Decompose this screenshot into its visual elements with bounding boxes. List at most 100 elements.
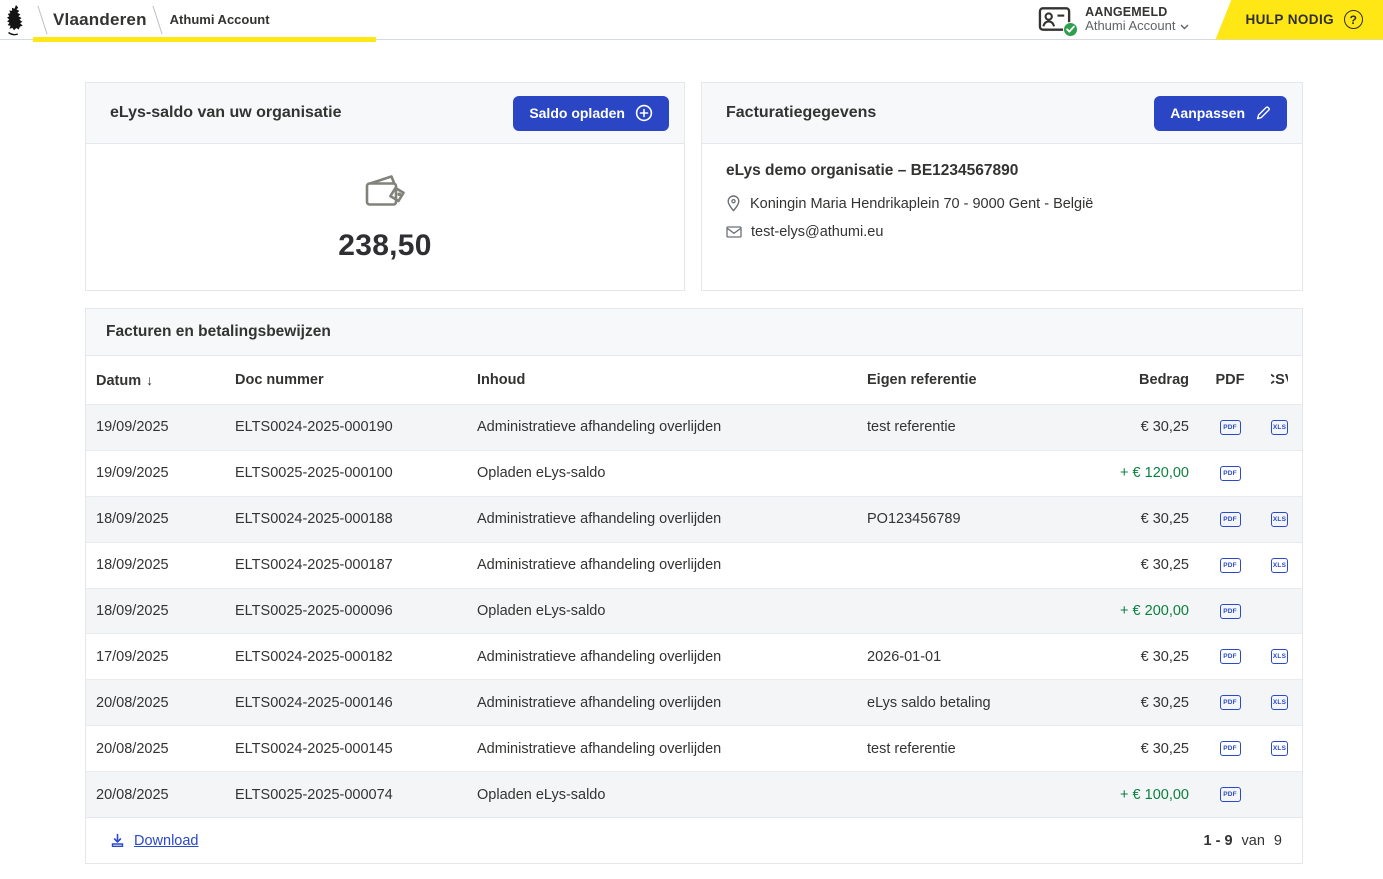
site-header: Vlaanderen Athumi Account AANGEMELD A bbox=[0, 0, 1383, 40]
cell-date: 20/08/2025 bbox=[96, 695, 235, 711]
xls-download-icon[interactable]: XLS bbox=[1271, 420, 1288, 435]
xls-download-icon[interactable]: XLS bbox=[1271, 695, 1288, 710]
organisation-email: test-elys@athumi.eu bbox=[751, 224, 883, 240]
cell-amount: € 30,25 bbox=[1067, 649, 1189, 665]
xls-download-icon[interactable]: XLS bbox=[1271, 741, 1288, 756]
table-row: 20/08/2025 ELTS0024-2025-000145 Administ… bbox=[86, 725, 1302, 771]
cell-description: Administratieve afhandeling overlijden bbox=[477, 649, 867, 665]
cell-doc-number: ELTS0025-2025-000074 bbox=[235, 787, 477, 803]
pdf-download-icon[interactable]: PDF bbox=[1220, 420, 1241, 435]
column-header-inhoud: Inhoud bbox=[477, 372, 867, 388]
table-row: 18/09/2025 ELTS0024-2025-000187 Administ… bbox=[86, 542, 1302, 588]
pdf-download-icon[interactable]: PDF bbox=[1220, 466, 1241, 481]
download-label: Download bbox=[134, 833, 199, 849]
cell-date: 18/09/2025 bbox=[96, 557, 235, 573]
pdf-download-icon[interactable]: PDF bbox=[1220, 649, 1241, 664]
cell-amount: + € 200,00 bbox=[1067, 603, 1189, 619]
sort-descending-icon: ↓ bbox=[146, 372, 153, 388]
cell-description: Opladen eLys-saldo bbox=[477, 787, 867, 803]
column-header-datum[interactable]: Datum↓ bbox=[96, 372, 235, 389]
pdf-download-icon[interactable]: PDF bbox=[1220, 512, 1241, 527]
table-row: 18/09/2025 ELTS0024-2025-000188 Administ… bbox=[86, 496, 1302, 542]
xls-download-icon[interactable]: XLS bbox=[1271, 512, 1288, 527]
verified-check-icon bbox=[1063, 22, 1078, 37]
cell-doc-number: ELTS0024-2025-000182 bbox=[235, 649, 477, 665]
cell-date: 19/09/2025 bbox=[96, 419, 235, 435]
invoices-table-title: Facturen en betalingsbewijzen bbox=[106, 323, 331, 341]
cell-amount: € 30,25 bbox=[1067, 557, 1189, 573]
header-divider bbox=[37, 5, 47, 34]
app-name-link[interactable]: Athumi Account bbox=[170, 12, 270, 27]
header-divider bbox=[152, 5, 162, 34]
download-icon bbox=[110, 833, 125, 848]
organisation-name: eLys demo organisatie – BE1234567890 bbox=[726, 162, 1278, 180]
pdf-download-icon[interactable]: PDF bbox=[1220, 695, 1241, 710]
edit-billing-button[interactable]: Aanpassen bbox=[1154, 96, 1287, 131]
balance-card-title: eLys-saldo van uw organisatie bbox=[110, 104, 341, 122]
table-row: 19/09/2025 ELTS0024-2025-000190 Administ… bbox=[86, 404, 1302, 450]
cell-description: Administratieve afhandeling overlijden bbox=[477, 511, 867, 527]
brand-group: Vlaanderen Athumi Account bbox=[4, 0, 270, 39]
pagination-range: 1 - 9 bbox=[1204, 833, 1233, 849]
id-card-icon bbox=[1038, 5, 1075, 35]
pdf-download-icon[interactable]: PDF bbox=[1220, 558, 1241, 573]
column-header-doc-nummer: Doc nummer bbox=[235, 372, 477, 388]
cell-reference: test referentie bbox=[867, 741, 1067, 757]
pdf-download-icon[interactable]: PDF bbox=[1220, 604, 1241, 619]
cell-doc-number: ELTS0025-2025-000096 bbox=[235, 603, 477, 619]
plus-circle-icon bbox=[635, 104, 653, 122]
help-button[interactable]: HULP NODIG ? bbox=[1215, 0, 1383, 40]
signed-in-label: AANGEMELD bbox=[1085, 5, 1189, 19]
cell-description: Opladen eLys-saldo bbox=[477, 465, 867, 481]
invoices-table-card: Facturen en betalingsbewijzen Datum↓ Doc… bbox=[85, 308, 1303, 864]
cell-amount: + € 100,00 bbox=[1067, 787, 1189, 803]
cell-reference: 2026-01-01 bbox=[867, 649, 1067, 665]
table-header-row: Datum↓ Doc nummer Inhoud Eigen referenti… bbox=[86, 356, 1302, 404]
balance-card: eLys-saldo van uw organisatie Saldo opla… bbox=[85, 82, 685, 291]
pagination: 1 - 9 van 9 bbox=[1204, 833, 1282, 849]
cell-date: 20/08/2025 bbox=[96, 787, 235, 803]
cell-doc-number: ELTS0024-2025-000146 bbox=[235, 695, 477, 711]
cell-description: Administratieve afhandeling overlijden bbox=[477, 419, 867, 435]
cell-doc-number: ELTS0024-2025-000145 bbox=[235, 741, 477, 757]
brand-link[interactable]: Vlaanderen bbox=[53, 10, 147, 30]
column-header-pdf: PDF bbox=[1189, 372, 1271, 388]
pencil-icon bbox=[1255, 105, 1271, 121]
table-row: 20/08/2025 ELTS0025-2025-000074 Opladen … bbox=[86, 771, 1302, 817]
table-footer: Download 1 - 9 van 9 bbox=[86, 817, 1302, 863]
cell-doc-number: ELTS0024-2025-000187 bbox=[235, 557, 477, 573]
pdf-download-icon[interactable]: PDF bbox=[1220, 741, 1241, 756]
xls-download-icon[interactable]: XLS bbox=[1271, 649, 1288, 664]
column-header-csv: CSV bbox=[1271, 372, 1288, 388]
column-header-bedrag: Bedrag bbox=[1067, 372, 1189, 388]
envelope-icon bbox=[726, 226, 742, 238]
cell-reference: test referentie bbox=[867, 419, 1067, 435]
cell-date: 19/09/2025 bbox=[96, 465, 235, 481]
flemish-lion-logo-icon[interactable] bbox=[4, 3, 32, 39]
organisation-address: Koningin Maria Hendrikaplein 70 - 9000 G… bbox=[750, 196, 1093, 212]
cell-doc-number: ELTS0024-2025-000190 bbox=[235, 419, 477, 435]
pdf-download-icon[interactable]: PDF bbox=[1220, 787, 1241, 802]
download-link[interactable]: Download bbox=[110, 833, 199, 849]
cell-amount: € 30,25 bbox=[1067, 695, 1189, 711]
topup-button-label: Saldo opladen bbox=[529, 105, 625, 121]
cell-date: 18/09/2025 bbox=[96, 603, 235, 619]
xls-download-icon[interactable]: XLS bbox=[1271, 558, 1288, 573]
cell-amount: € 30,25 bbox=[1067, 511, 1189, 527]
account-menu[interactable]: AANGEMELD Athumi Account bbox=[1038, 5, 1189, 35]
edit-button-label: Aanpassen bbox=[1170, 105, 1245, 121]
wallet-icon bbox=[362, 171, 408, 216]
billing-card: Facturatiegegevens Aanpassen eLys demo o… bbox=[701, 82, 1303, 291]
topup-balance-button[interactable]: Saldo opladen bbox=[513, 96, 669, 131]
invoice-rows: 19/09/2025 ELTS0024-2025-000190 Administ… bbox=[86, 404, 1302, 817]
cell-date: 18/09/2025 bbox=[96, 511, 235, 527]
column-header-eigen-referentie: Eigen referentie bbox=[867, 372, 1067, 388]
cell-reference: eLys saldo betaling bbox=[867, 695, 1067, 711]
question-circle-icon: ? bbox=[1344, 10, 1363, 29]
location-pin-icon bbox=[726, 195, 741, 212]
cell-date: 17/09/2025 bbox=[96, 649, 235, 665]
cell-description: Administratieve afhandeling overlijden bbox=[477, 741, 867, 757]
cell-date: 20/08/2025 bbox=[96, 741, 235, 757]
balance-amount: 238,50 bbox=[338, 229, 432, 263]
table-row: 19/09/2025 ELTS0025-2025-000100 Opladen … bbox=[86, 450, 1302, 496]
